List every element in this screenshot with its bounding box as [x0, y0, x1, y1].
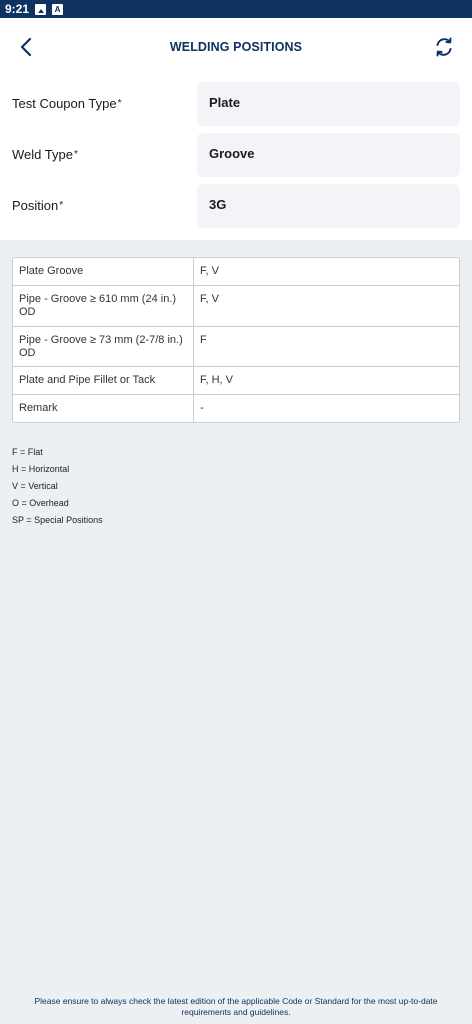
table-cell-value: F [200, 334, 207, 346]
table-cell-label: Pipe - Groove ≥ 73 mm (2-7/8 in.) OD [13, 327, 194, 366]
form-panel: Test Coupon Type* Plate Weld Type* Groov… [0, 76, 472, 240]
table-cell-label: Plate and Pipe Fillet or Tack [13, 367, 194, 394]
refresh-icon [436, 37, 452, 57]
test-coupon-type-label: Test Coupon Type* [12, 96, 121, 111]
table-cell-label: Plate Groove [13, 258, 194, 285]
page-title: WELDING POSITIONS [169, 40, 303, 54]
test-coupon-type-field[interactable]: Plate [197, 82, 460, 126]
weld-type-label-text: Weld Type [12, 147, 73, 162]
gallery-icon [35, 3, 47, 15]
disclaimer-note: Please ensure to always check the latest… [34, 996, 438, 1017]
legend-item: H = Horizontal [12, 464, 70, 474]
table-cell-value: - [200, 402, 204, 414]
chevron-left-icon [20, 38, 32, 56]
test-coupon-type-label-text: Test Coupon Type [12, 96, 117, 111]
position-label-text: Position [12, 198, 59, 213]
back-button[interactable] [12, 30, 40, 64]
weld-type-value: Groove [209, 145, 255, 161]
a-notification-icon: A [52, 3, 64, 15]
position-legend: F = Flat H = Horizontal V = Vertical O =… [12, 446, 103, 531]
weld-type-field[interactable]: Groove [197, 133, 460, 177]
table-cell-label: Remark [13, 395, 194, 422]
legend-item: F = Flat [12, 447, 43, 457]
legend-item: V = Vertical [12, 481, 58, 491]
table-row: Remark - [13, 395, 459, 422]
status-time: 9:21 [5, 2, 30, 16]
status-bar: 9:21 A [0, 0, 472, 18]
table-row: Pipe - Groove ≥ 610 mm (24 in.) OD F, V [13, 286, 459, 327]
position-field[interactable]: 3G [197, 184, 460, 228]
refresh-button[interactable] [428, 30, 460, 64]
required-marker: * [73, 149, 78, 160]
table-row: Plate and Pipe Fillet or Tack F, H, V [13, 367, 459, 395]
position-value: 3G [209, 196, 227, 212]
position-row: Position* 3G [0, 184, 472, 228]
table-row: Plate Groove F, V [13, 258, 459, 286]
table-cell-value: F, V [200, 293, 219, 305]
positions-table: Plate Groove F, V Pipe - Groove ≥ 610 mm… [12, 257, 460, 423]
app-bar: WELDING POSITIONS [0, 18, 472, 76]
legend-item: O = Overhead [12, 498, 69, 508]
test-coupon-type-row: Test Coupon Type* Plate [0, 82, 472, 126]
weld-type-label: Weld Type* [12, 147, 78, 162]
required-marker: * [117, 98, 122, 109]
table-cell-value: F, V [200, 265, 219, 277]
table-cell-value: F, H, V [200, 374, 234, 386]
table-row: Pipe - Groove ≥ 73 mm (2-7/8 in.) OD F [13, 327, 459, 367]
weld-type-row: Weld Type* Groove [0, 133, 472, 177]
required-marker: * [59, 200, 64, 211]
test-coupon-type-value: Plate [209, 94, 241, 110]
table-cell-label: Pipe - Groove ≥ 610 mm (24 in.) OD [13, 286, 194, 326]
position-label: Position* [12, 198, 63, 213]
legend-item: SP = Special Positions [12, 515, 103, 525]
